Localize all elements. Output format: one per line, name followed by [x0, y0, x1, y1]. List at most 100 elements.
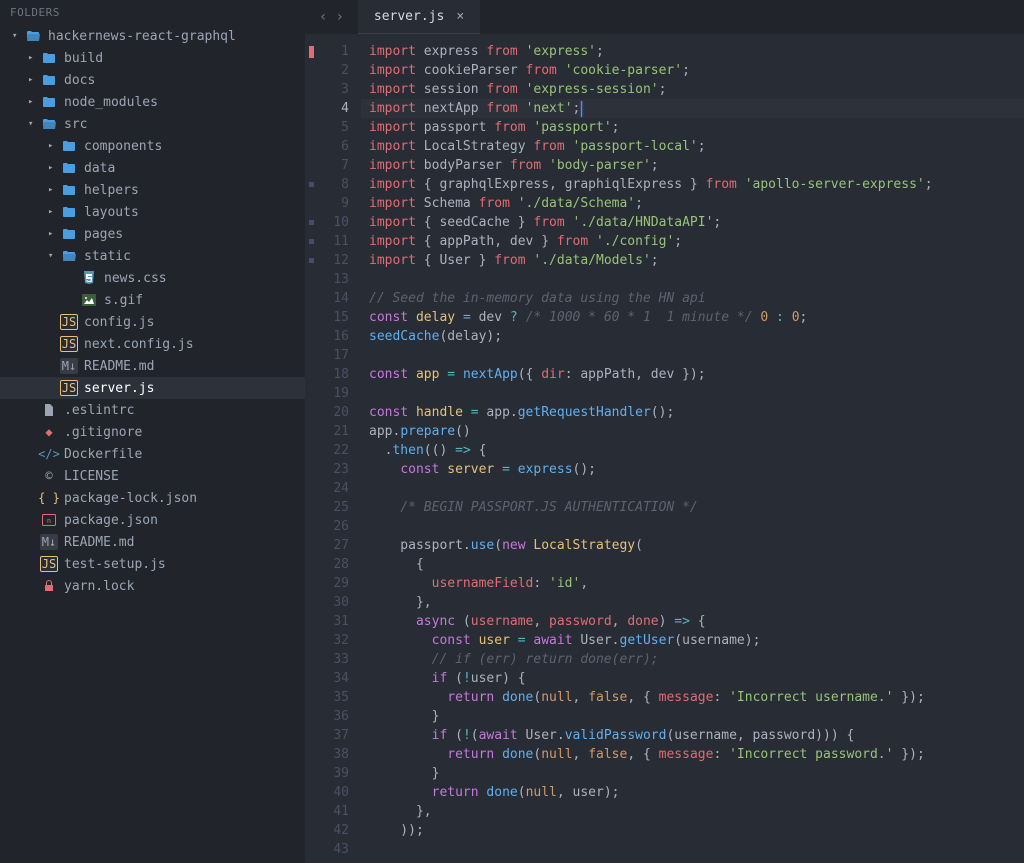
code-line[interactable]: import nextApp from 'next'; — [361, 99, 1024, 118]
nav-forward-icon[interactable]: › — [335, 9, 343, 25]
code-line[interactable]: } — [361, 764, 1024, 783]
code-line[interactable]: const handle = app.getRequestHandler(); — [361, 403, 1024, 422]
tree-item--gitignore[interactable]: ◆ .gitignore — [0, 421, 305, 443]
code-line[interactable]: return done(null, false, { message: 'Inc… — [361, 688, 1024, 707]
tree-item-static[interactable]: ▾static — [0, 245, 305, 267]
code-line[interactable]: return done(null, false, { message: 'Inc… — [361, 745, 1024, 764]
code-line[interactable]: /* BEGIN PASSPORT.JS AUTHENTICATION */ — [361, 498, 1024, 517]
close-icon[interactable]: × — [456, 9, 464, 24]
tree-item-next-config-js[interactable]: JSnext.config.js — [0, 333, 305, 355]
tree-item-hackernews-react-graphql[interactable]: ▾hackernews-react-graphql — [0, 25, 305, 47]
tree-item-package-lock-json[interactable]: { }package-lock.json — [0, 487, 305, 509]
code-line[interactable]: )); — [361, 821, 1024, 840]
code-line[interactable]: app.prepare() — [361, 422, 1024, 441]
tree-item-label: .gitignore — [64, 425, 142, 440]
code-line[interactable]: import Schema from './data/Schema'; — [361, 194, 1024, 213]
code-line[interactable]: seedCache(delay); — [361, 327, 1024, 346]
tree-item-node-modules[interactable]: ▸node_modules — [0, 91, 305, 113]
tree-item-label: s.gif — [104, 293, 143, 308]
code-line[interactable] — [361, 270, 1024, 289]
gutter-marker[interactable] — [305, 251, 317, 270]
tab-server-js[interactable]: server.js × — [358, 0, 480, 34]
code-line[interactable]: { — [361, 555, 1024, 574]
file-icon — [40, 402, 58, 418]
code-line[interactable]: passport.use(new LocalStrategy( — [361, 536, 1024, 555]
editor-area: ‹ › server.js × 123456789101112131415161… — [305, 0, 1024, 863]
tree-item-build[interactable]: ▸build — [0, 47, 305, 69]
code-content[interactable]: import express from 'express';import coo… — [361, 34, 1024, 863]
lock-icon — [40, 578, 58, 594]
tree-item-readme-md[interactable]: M↓README.md — [0, 355, 305, 377]
tree-item-config-js[interactable]: JSconfig.js — [0, 311, 305, 333]
code-line[interactable]: import { appPath, dev } from './config'; — [361, 232, 1024, 251]
js-icon: JS — [60, 336, 78, 352]
code-line[interactable]: .then(() => { — [361, 441, 1024, 460]
code-area[interactable]: 1234567891011121314151617181920212223242… — [305, 34, 1024, 863]
tree-item-yarn-lock[interactable]: yarn.lock — [0, 575, 305, 597]
code-line[interactable]: import express from 'express'; — [361, 42, 1024, 61]
code-line[interactable]: const user = await User.getUser(username… — [361, 631, 1024, 650]
tree-item-label: test-setup.js — [64, 557, 166, 572]
file-explorer-sidebar: FOLDERS ▾hackernews-react-graphql▸build▸… — [0, 0, 305, 863]
tree-item-readme-md[interactable]: M↓README.md — [0, 531, 305, 553]
tree-item-data[interactable]: ▸data — [0, 157, 305, 179]
gutter-marker[interactable] — [305, 232, 317, 251]
code-line[interactable] — [361, 479, 1024, 498]
code-line[interactable]: const app = nextApp({ dir: appPath, dev … — [361, 365, 1024, 384]
code-line[interactable]: // if (err) return done(err); — [361, 650, 1024, 669]
tree-item-test-setup-js[interactable]: JStest-setup.js — [0, 553, 305, 575]
tree-item-label: .eslintrc — [64, 403, 134, 418]
tree-item-package-json[interactable]: npackage.json — [0, 509, 305, 531]
code-line[interactable]: // Seed the in-memory data using the HN … — [361, 289, 1024, 308]
folder-open-icon — [60, 248, 78, 264]
code-line[interactable] — [361, 346, 1024, 365]
code-line[interactable]: if (!user) { — [361, 669, 1024, 688]
tree-item--eslintrc[interactable]: .eslintrc — [0, 399, 305, 421]
git-icon: ◆ — [40, 424, 58, 440]
tree-item-label: components — [84, 139, 162, 154]
code-line[interactable]: import bodyParser from 'body-parser'; — [361, 156, 1024, 175]
code-line[interactable]: }, — [361, 802, 1024, 821]
code-line[interactable]: import { User } from './data/Models'; — [361, 251, 1024, 270]
tree-item-s-gif[interactable]: s.gif — [0, 289, 305, 311]
gutter-marker[interactable] — [305, 175, 317, 194]
code-line[interactable]: usernameField: 'id', — [361, 574, 1024, 593]
code-line[interactable]: import { graphqlExpress, graphiqlExpress… — [361, 175, 1024, 194]
tree-item-layouts[interactable]: ▸layouts — [0, 201, 305, 223]
code-line[interactable] — [361, 384, 1024, 403]
js-icon: JS — [60, 314, 78, 330]
code-line[interactable]: import LocalStrategy from 'passport-loca… — [361, 137, 1024, 156]
tree-item-dockerfile[interactable]: </>Dockerfile — [0, 443, 305, 465]
tree-item-helpers[interactable]: ▸helpers — [0, 179, 305, 201]
code-line[interactable]: return done(null, user); — [361, 783, 1024, 802]
js-icon: JS — [60, 380, 78, 396]
tree-item-pages[interactable]: ▸pages — [0, 223, 305, 245]
code-line[interactable]: import { seedCache } from './data/HNData… — [361, 213, 1024, 232]
tree-item-src[interactable]: ▾src — [0, 113, 305, 135]
tree-item-components[interactable]: ▸components — [0, 135, 305, 157]
tree-item-server-js[interactable]: JSserver.js — [0, 377, 305, 399]
tree-item-label: src — [64, 117, 87, 132]
tree-item-docs[interactable]: ▸docs — [0, 69, 305, 91]
code-line[interactable]: if (!(await User.validPassword(username,… — [361, 726, 1024, 745]
code-line[interactable]: import cookieParser from 'cookie-parser'… — [361, 61, 1024, 80]
chevron-down-icon: ▾ — [48, 251, 60, 261]
code-line[interactable]: async (username, password, done) => { — [361, 612, 1024, 631]
gutter-marker[interactable] — [305, 213, 317, 232]
code-line[interactable]: import session from 'express-session'; — [361, 80, 1024, 99]
license-icon: © — [40, 468, 58, 484]
markdown-icon: M↓ — [40, 534, 58, 550]
tree-item-license[interactable]: ©LICENSE — [0, 465, 305, 487]
code-line[interactable] — [361, 840, 1024, 859]
tree-item-news-css[interactable]: news.css — [0, 267, 305, 289]
code-line[interactable]: const server = express(); — [361, 460, 1024, 479]
code-line[interactable] — [361, 517, 1024, 536]
code-line[interactable]: } — [361, 707, 1024, 726]
folder-icon — [40, 72, 58, 88]
code-line[interactable]: const delay = dev ? /* 1000 * 60 * 1 1 m… — [361, 308, 1024, 327]
code-line[interactable]: }, — [361, 593, 1024, 612]
gutter-marker[interactable] — [305, 42, 317, 61]
code-line[interactable]: import passport from 'passport'; — [361, 118, 1024, 137]
tree-item-label: node_modules — [64, 95, 158, 110]
nav-back-icon[interactable]: ‹ — [319, 9, 327, 25]
